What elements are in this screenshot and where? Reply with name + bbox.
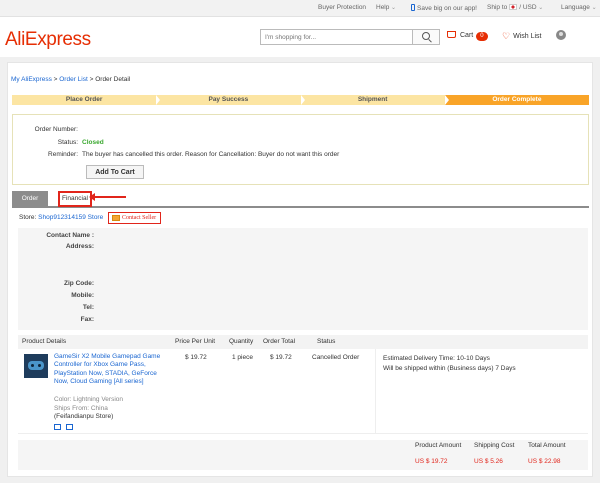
delivery-info: Estimated Delivery Time: 10-10 Days Will… [383,354,516,374]
fax-label: Fax: [80,316,94,323]
aliexpress-logo[interactable]: AliExpress [5,29,91,51]
app-promo-link[interactable]: Save big on our app! [411,4,477,12]
total-amount-value: US $ 22.98 [528,458,561,465]
store-name-link[interactable]: Shop912314159 Store [38,214,103,221]
cart-count-badge: 0 [476,32,488,41]
col-price-per-unit: Price Per Unit [175,338,216,345]
col-quantity: Quantity [229,338,254,345]
contact-seller-button[interactable]: Contact Seller [108,212,161,224]
table-row: GameSir X2 Mobile Gamepad Game Controlle… [18,349,588,434]
step-pay-success: Pay Success [156,95,305,105]
wish-list-link[interactable]: ♡ Wish List [502,31,541,42]
status-value: Closed [82,139,104,146]
store-line: Store: Shop912314159 Store [19,214,103,221]
order-status-box: Order Number: Status: Closed Reminder: The… [12,114,589,185]
product-ships-from: Ships From: China [54,405,108,412]
breadcrumb-my-aliexpress[interactable]: My AliExpress [11,76,52,83]
mobile-label: Mobile: [71,292,94,299]
product-image[interactable] [24,354,48,378]
language-menu[interactable]: Language [561,4,597,11]
col-order-total: Order Total [263,338,296,345]
document-icon[interactable] [66,424,73,430]
phone-icon [411,4,415,11]
total-amount-label: Total Amount [528,442,566,449]
help-menu[interactable]: Help [376,4,396,11]
reminder-row: Reminder: The buyer has cancelled this or… [13,151,339,158]
search-button[interactable] [412,30,439,44]
store-label: Store: [19,214,37,221]
search-bar [260,29,440,45]
heart-icon: ♡ [502,31,511,41]
item-quantity: 1 piece [232,354,253,361]
shipping-cost-value: US $ 5.26 [474,458,503,465]
cart-label: Cart [460,32,474,39]
product-table-header: Product Details Price Per Unit Quantity … [18,335,588,349]
shipping-cost-label: Shipping Cost [474,442,515,449]
reminder-text: The buyer has cancelled this order. Reas… [82,151,340,158]
contact-info-box: Contact Name : Address: Zip Code: Mobile… [18,228,588,330]
reminder-label: Reminder: [48,151,78,158]
product-amount-value: US $ 19.72 [415,458,448,465]
tab-order[interactable]: Order [12,191,48,207]
col-product-details: Product Details [22,338,67,345]
snapshot-icon[interactable] [54,424,61,430]
cart-link[interactable]: Cart 0 [447,31,488,41]
search-icon [422,32,430,40]
user-avatar-icon[interactable] [556,30,566,40]
highlight-arrow-icon [89,192,126,201]
search-input[interactable] [261,30,413,44]
breadcrumb: My AliExpress > Order List > Order Detai… [11,76,131,83]
site-header: AliExpress Cart0 ♡Wish List [0,17,600,57]
item-total: $ 19.72 [270,354,292,361]
order-number-row: Order Number: [13,126,82,133]
korea-flag-icon [509,4,518,10]
address-label: Address: [65,243,94,250]
envelope-icon [112,215,120,221]
product-amount-label: Product Amount [415,442,462,449]
breadcrumb-current: Order Detail [95,76,131,83]
step-shipment: Shipment [300,95,450,105]
zip-code-label: Zip Code: [64,280,94,287]
estimated-delivery-time: Estimated Delivery Time: 10-10 Days [383,355,490,362]
item-status: Cancelled Order [312,354,360,361]
product-title-link[interactable]: GameSir X2 Mobile Gamepad Game Controlle… [54,353,169,387]
product-color: Color: Lightning Version [54,396,124,403]
step-order-complete: Order Complete [444,95,589,105]
status-label: Status: [57,139,78,146]
order-number-label: Order Number: [34,126,78,133]
breadcrumb-order-list[interactable]: Order List [59,76,88,83]
column-divider [375,349,376,434]
product-store-name: (Feifandianpu Store) [54,413,114,420]
detail-tabs: Order Financial [12,190,589,208]
tab-financial[interactable]: Financial [58,191,92,207]
contact-name-label: Contact Name : [46,232,94,239]
item-price: $ 19.72 [185,354,207,361]
step-place-order: Place Order [12,95,161,105]
tel-label: Tel: [82,304,94,311]
buyer-protection-link[interactable]: Buyer Protection [318,4,366,11]
status-row: Status: Closed [13,139,104,146]
top-utility-bar: Buyer Protection Help Save big on our ap… [0,0,600,17]
ship-to-menu[interactable]: Ship to / USD [487,4,543,11]
ship-within-days: Will be shipped within (Business days) 7… [383,365,516,372]
cart-icon [447,31,456,38]
add-to-cart-button[interactable]: Add To Cart [86,165,144,179]
order-totals: Product Amount Shipping Cost Total Amoun… [18,440,588,470]
order-detail-panel: My AliExpress > Order List > Order Detai… [7,62,593,477]
wish-list-label: Wish List [513,33,542,40]
col-status: Status [317,338,336,345]
order-progress-bar: Place Order Pay Success Shipment Order C… [12,95,589,105]
